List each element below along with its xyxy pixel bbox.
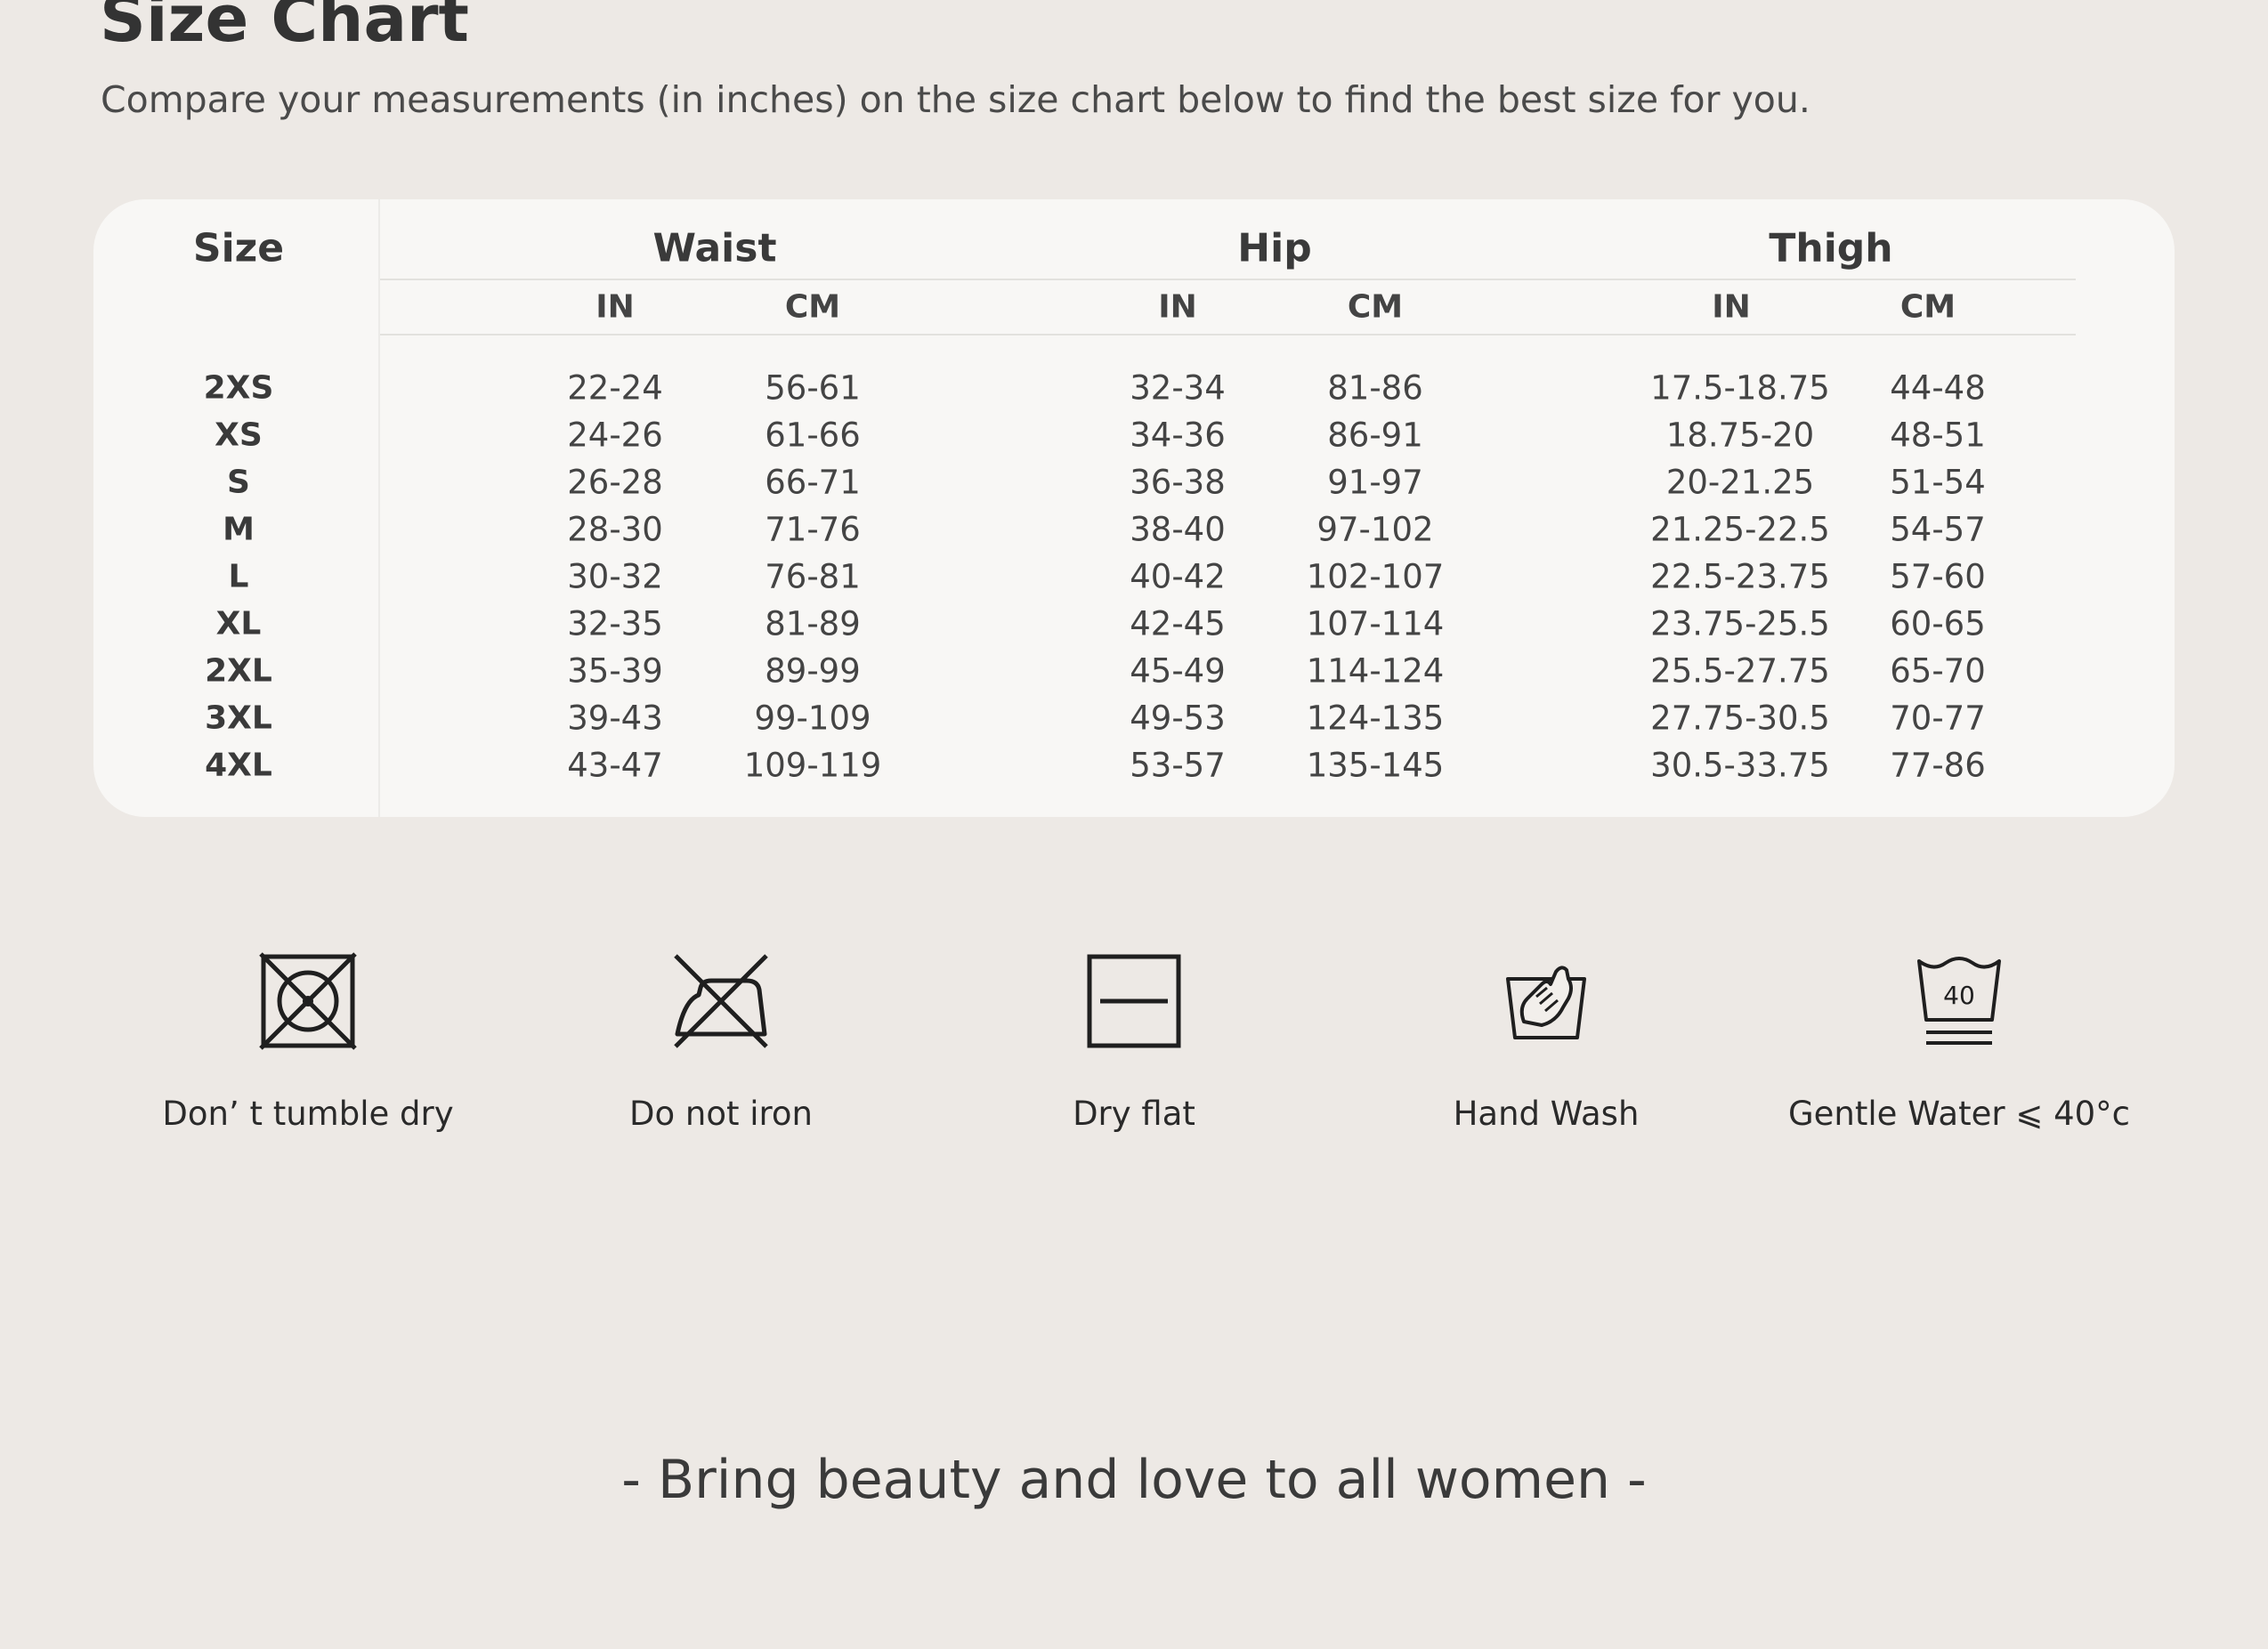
care-item-wash-40: 40 Gentle Water ⩽ 40°c: [1781, 952, 2137, 1133]
care-item-dry-flat: Dry flat: [956, 952, 1312, 1133]
size-chart-table: Size Waist Hip Thigh IN CM IN CM IN CM 2…: [93, 199, 2175, 817]
table-cell: 32-35: [567, 604, 663, 643]
care-label: Don’ t tumble dry: [162, 1095, 454, 1133]
table-cell: 23.75-25.5: [1650, 604, 1830, 643]
table-cell: 22-24: [567, 368, 663, 408]
table-cell: 54-57: [1890, 510, 1986, 549]
wash-40-icon: 40: [1917, 957, 2001, 1045]
waist-cm-header: CM: [784, 288, 841, 326]
table-cell: 49-53: [1130, 699, 1226, 738]
table-cell: 102-107: [1306, 557, 1445, 596]
table-cell: 53-57: [1130, 746, 1226, 785]
table-cell: 135-145: [1306, 746, 1445, 785]
table-cell: 45-49: [1130, 651, 1226, 691]
size-label: M: [223, 511, 255, 548]
table-cell: 107-114: [1306, 604, 1445, 643]
table-cell: 77-86: [1890, 746, 1986, 785]
size-column-header: Size: [192, 225, 285, 271]
table-cell: 30.5-33.75: [1650, 746, 1830, 785]
table-cell: 86-91: [1327, 416, 1423, 455]
table-cell: 42-45: [1130, 604, 1226, 643]
hip-cm-header: CM: [1347, 288, 1404, 326]
table-cell: 89-99: [765, 651, 861, 691]
brand-tagline: - Bring beauty and love to all women -: [621, 1449, 1647, 1511]
care-label: Do not iron: [628, 1095, 813, 1133]
table-cell: 97-102: [1316, 510, 1434, 549]
table-cell: 109-119: [743, 746, 882, 785]
table-cell: 76-81: [765, 557, 861, 596]
table-cell: 39-43: [567, 699, 663, 738]
table-cell: 18.75-20: [1665, 416, 1815, 455]
table-cell: 27.75-30.5: [1650, 699, 1830, 738]
table-cell: 71-76: [765, 510, 861, 549]
size-label: 4XL: [205, 747, 272, 784]
care-item-hand-wash: Hand Wash: [1368, 952, 1724, 1133]
no-tumble-dry-icon: [259, 952, 357, 1050]
table-cell: 91-97: [1327, 463, 1423, 502]
table-cell: 66-71: [765, 463, 861, 502]
size-label: XS: [215, 416, 263, 454]
group-header-rule: [380, 279, 2076, 280]
table-cell: 61-66: [765, 416, 861, 455]
size-label: 2XS: [203, 369, 274, 407]
table-cell: 48-51: [1890, 416, 1986, 455]
size-label: 3XL: [205, 699, 272, 737]
table-cell: 34-36: [1130, 416, 1226, 455]
table-cell: 114-124: [1306, 651, 1445, 691]
table-cell: 81-89: [765, 604, 861, 643]
wash-temperature-text: 40: [1943, 981, 1975, 1010]
hand-wash-icon: [1506, 966, 1586, 1039]
table-cell: 99-109: [754, 699, 871, 738]
no-iron-icon: [674, 954, 768, 1048]
table-cell: 20-21.25: [1665, 463, 1815, 502]
page-title: Size Chart: [100, 0, 469, 56]
page-subtitle: Compare your measurements (in inches) on…: [101, 78, 1810, 121]
table-cell: 44-48: [1890, 368, 1986, 408]
table-cell: 51-54: [1890, 463, 1986, 502]
size-label: XL: [215, 605, 262, 643]
table-cell: 43-47: [567, 746, 663, 785]
size-label: 2XL: [205, 652, 272, 690]
table-cell: 36-38: [1130, 463, 1226, 502]
table-cell: 30-32: [567, 557, 663, 596]
thigh-in-header: IN: [1712, 288, 1751, 326]
hip-column-header: Hip: [1237, 225, 1312, 271]
hip-in-header: IN: [1158, 288, 1197, 326]
waist-in-header: IN: [595, 288, 635, 326]
table-cell: 22.5-23.75: [1650, 557, 1830, 596]
care-item-no-iron: Do not iron: [543, 952, 899, 1133]
table-cell: 26-28: [567, 463, 663, 502]
table-cell: 24-26: [567, 416, 663, 455]
size-column-divider: [378, 199, 380, 817]
table-cell: 65-70: [1890, 651, 1986, 691]
table-cell: 124-135: [1306, 699, 1445, 738]
size-label: L: [228, 558, 249, 595]
table-cell: 38-40: [1130, 510, 1226, 549]
table-cell: 25.5-27.75: [1650, 651, 1830, 691]
thigh-cm-header: CM: [1899, 288, 1956, 326]
table-cell: 81-86: [1327, 368, 1423, 408]
table-cell: 40-42: [1130, 557, 1226, 596]
table-cell: 57-60: [1890, 557, 1986, 596]
care-label: Hand Wash: [1453, 1095, 1640, 1133]
table-cell: 28-30: [567, 510, 663, 549]
table-cell: 60-65: [1890, 604, 1986, 643]
table-cell: 56-61: [765, 368, 861, 408]
size-label: S: [227, 464, 250, 501]
care-label: Gentle Water ⩽ 40°c: [1787, 1095, 2131, 1133]
dry-flat-icon: [1087, 954, 1181, 1048]
table-cell: 32-34: [1130, 368, 1226, 408]
unit-header-rule: [380, 334, 2076, 335]
thigh-column-header: Thigh: [1769, 225, 1893, 271]
table-cell: 70-77: [1890, 699, 1986, 738]
waist-column-header: Waist: [652, 225, 777, 271]
table-cell: 35-39: [567, 651, 663, 691]
table-cell: 21.25-22.5: [1650, 510, 1830, 549]
table-cell: 17.5-18.75: [1650, 368, 1830, 408]
care-item-no-tumble-dry: Don’ t tumble dry: [130, 952, 486, 1133]
care-label: Dry flat: [1073, 1095, 1195, 1133]
